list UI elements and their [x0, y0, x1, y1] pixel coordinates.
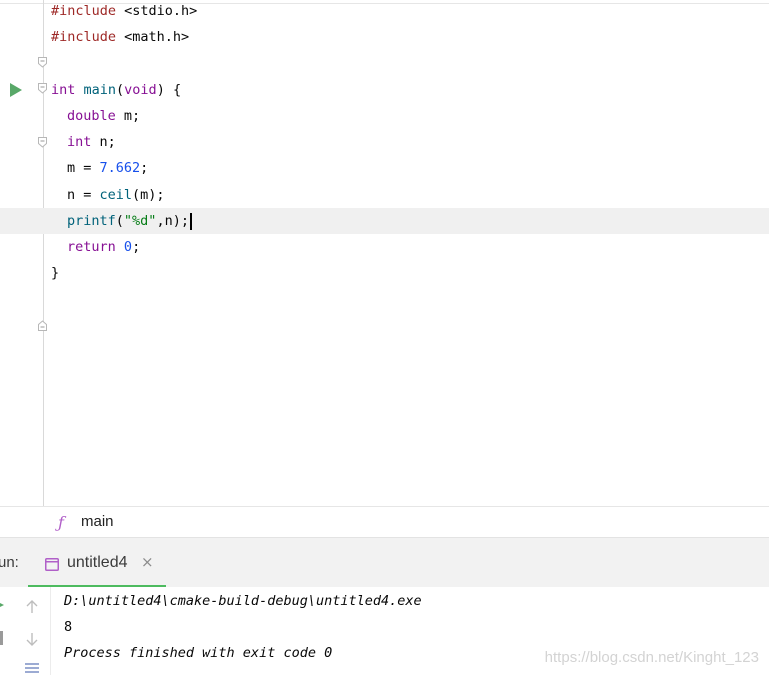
- console-exit-message: Process finished with exit code 0: [64, 645, 333, 661]
- run-console[interactable]: D:\untitled4\cmake-build-debug\untitled4…: [0, 587, 769, 675]
- preprocessor-directive: #include: [51, 29, 117, 45]
- code-editor[interactable]: #include <stdio.h> #include <math.h> int…: [0, 0, 769, 506]
- arrow-down-icon[interactable]: [24, 631, 40, 647]
- function-call: printf: [67, 213, 116, 229]
- closing-brace: }: [51, 260, 59, 286]
- decl-n: int n;: [51, 129, 116, 155]
- keyword: return: [67, 239, 116, 255]
- arrow-up-icon[interactable]: [24, 599, 40, 615]
- identifier: n =: [67, 187, 100, 203]
- console-toolbar: [0, 587, 51, 675]
- code-line-10[interactable]: return 0;: [0, 234, 769, 260]
- watermark: https://blog.csdn.net/Kinght_123: [544, 649, 759, 666]
- string-literal: "%d": [123, 213, 157, 229]
- preprocessor-directive: #include: [51, 3, 117, 19]
- identifier: m;: [115, 108, 141, 124]
- include-stdio: #include <stdio.h>: [51, 0, 197, 24]
- console-exe-path: D:\untitled4\cmake-build-debug\untitled4…: [64, 593, 422, 609]
- punctuation: ) {: [156, 82, 182, 98]
- code-line-2[interactable]: #include <math.h>: [0, 24, 769, 94]
- fold-icon[interactable]: [38, 85, 47, 148]
- window-icon: [45, 556, 59, 571]
- keyword: void: [124, 82, 157, 98]
- breadcrumb-item-main[interactable]: main: [81, 513, 114, 530]
- function-name: main: [75, 82, 117, 98]
- code-line-9-current[interactable]: printf("%d",n);: [0, 208, 769, 234]
- punctuation: (m);: [132, 187, 165, 203]
- assign-n: n = ceil(m);: [51, 182, 165, 208]
- code-line-11[interactable]: }: [0, 260, 769, 331]
- identifier: m =: [67, 160, 100, 176]
- punctuation: ;: [140, 160, 149, 176]
- identifier: n;: [91, 134, 116, 150]
- run-label: un:: [0, 554, 19, 571]
- punctuation: (: [115, 213, 124, 229]
- function-call: ceil: [99, 187, 133, 203]
- code-line-4[interactable]: int main(void) {: [0, 77, 769, 148]
- keyword: int: [51, 82, 76, 98]
- punctuation: ;: [132, 239, 141, 255]
- function-icon: ƒ: [58, 513, 64, 532]
- code-line-6[interactable]: int n;: [0, 129, 769, 155]
- fold-icon[interactable]: [38, 268, 47, 331]
- rerun-icon[interactable]: [0, 597, 10, 613]
- punctuation: (: [116, 82, 125, 98]
- number-literal: 0: [123, 239, 133, 255]
- fold-icon[interactable]: [38, 5, 47, 68]
- return-statement: return 0;: [51, 234, 140, 260]
- keyword: double: [67, 108, 116, 124]
- code-line-8[interactable]: n = ceil(m);: [0, 182, 769, 208]
- printf-call: printf("%d",n);: [51, 208, 192, 234]
- close-icon[interactable]: ×: [141, 553, 154, 571]
- text-caret: [189, 212, 192, 230]
- code-line-7[interactable]: m = 7.662;: [0, 155, 769, 181]
- run-tool-window-header: un: untitled4 ×: [0, 537, 769, 588]
- main-signature: int main(void) {: [51, 77, 181, 103]
- code-line-1[interactable]: #include <stdio.h>: [0, 0, 769, 68]
- include-target: <math.h>: [116, 29, 190, 45]
- breadcrumb: ƒ main: [0, 506, 769, 538]
- decl-m: double m;: [51, 103, 140, 129]
- keyword: int: [67, 134, 92, 150]
- tab-untitled4[interactable]: untitled4 ×: [28, 538, 166, 588]
- include-target: <stdio.h>: [116, 3, 198, 19]
- punctuation: }: [51, 265, 60, 281]
- code-line-5[interactable]: double m;: [0, 103, 769, 129]
- include-math: #include <math.h>: [51, 24, 189, 50]
- punctuation: ,n);: [156, 213, 189, 229]
- fold-icon[interactable]: [38, 31, 47, 94]
- console-output: 8: [64, 619, 73, 635]
- assign-m: m = 7.662;: [51, 155, 148, 181]
- number-literal: 7.662: [99, 160, 141, 176]
- tab-label: untitled4: [67, 554, 128, 571]
- stop-icon[interactable]: [0, 630, 8, 646]
